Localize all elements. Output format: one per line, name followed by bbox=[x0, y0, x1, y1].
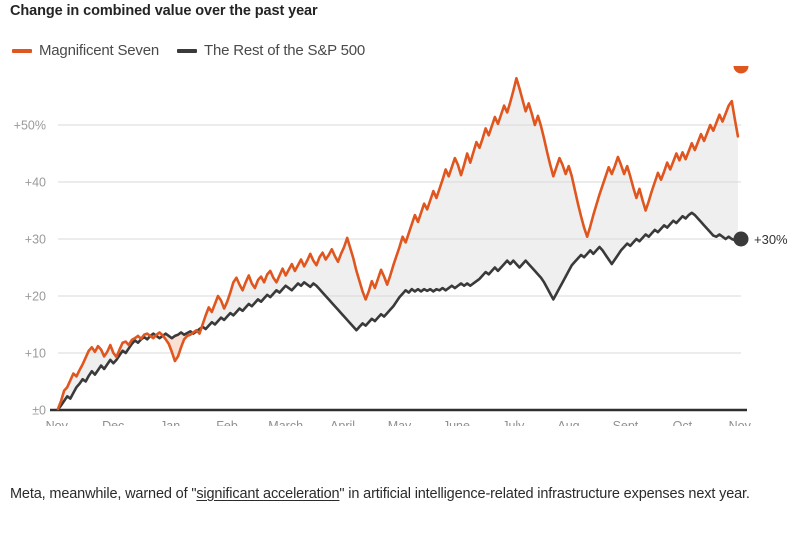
x-axis-tick-label: Nov. bbox=[46, 419, 71, 426]
end-marker-rest-of-sp500 bbox=[733, 231, 749, 247]
series-line-rest-of-sp500 bbox=[56, 211, 743, 411]
caption-link[interactable]: significant acceleration bbox=[196, 486, 339, 502]
y-axis-tick-label: +20 bbox=[25, 290, 46, 304]
y-axis-tick-label: +50% bbox=[14, 119, 46, 133]
x-axis-tick-label: March bbox=[268, 419, 303, 426]
legend-item-rest-of-sp500: The Rest of the S&P 500 bbox=[177, 42, 365, 59]
y-axis-tick-label: +30 bbox=[25, 233, 46, 247]
legend-label: The Rest of the S&P 500 bbox=[204, 42, 366, 59]
x-axis-tick-label: Oct. bbox=[673, 419, 696, 426]
chart-page: Change in combined value over the past y… bbox=[0, 0, 802, 543]
chart-caption: Meta, meanwhile, warned of "significant … bbox=[10, 482, 770, 507]
line-chart: ±0+10+20+30+40+50%Nov.2023Dec.Jan.2024Fe… bbox=[14, 66, 788, 426]
chart-legend: Magnificent Seven The Rest of the S&P 50… bbox=[12, 42, 365, 59]
x-axis-tick-label: Sept. bbox=[613, 419, 642, 426]
area-fill bbox=[199, 78, 738, 334]
x-axis-tick-label: Nov. bbox=[729, 419, 754, 426]
line-swatch-icon bbox=[177, 48, 198, 53]
y-axis-tick-label: +10 bbox=[25, 347, 46, 361]
legend-item-magnificent-seven: Magnificent Seven bbox=[12, 42, 159, 59]
caption-text-after: " in artificial intelligence-related inf… bbox=[339, 486, 750, 502]
legend-label: Magnificent Seven bbox=[39, 42, 160, 59]
x-axis-tick-label: Jan. bbox=[160, 419, 184, 426]
x-axis-tick-label: April bbox=[330, 419, 355, 426]
page-title: Change in combined value over the past y… bbox=[10, 3, 318, 19]
caption-text-before: Meta, meanwhile, warned of " bbox=[10, 486, 197, 502]
x-axis-tick-label: Feb. bbox=[216, 419, 241, 426]
end-label-magnificent-seven: +48% bbox=[754, 66, 788, 69]
x-axis-tick-label: July bbox=[502, 419, 525, 426]
x-axis-tick-label: June bbox=[443, 419, 470, 426]
end-marker-magnificent-seven bbox=[733, 66, 749, 74]
end-label-rest-of-sp500: +30% bbox=[754, 232, 788, 247]
y-axis-tick-label: +40 bbox=[25, 176, 46, 190]
chart-plot-area: ±0+10+20+30+40+50%Nov.2023Dec.Jan.2024Fe… bbox=[0, 66, 802, 426]
x-axis-tick-label: Aug. bbox=[557, 419, 583, 426]
x-axis-tick-label: May bbox=[388, 419, 412, 426]
line-swatch-icon bbox=[12, 48, 32, 53]
y-axis-tick-label: ±0 bbox=[32, 404, 46, 418]
series-line-magnificent-seven bbox=[56, 76, 740, 411]
x-axis-tick-label: Dec. bbox=[102, 419, 128, 426]
